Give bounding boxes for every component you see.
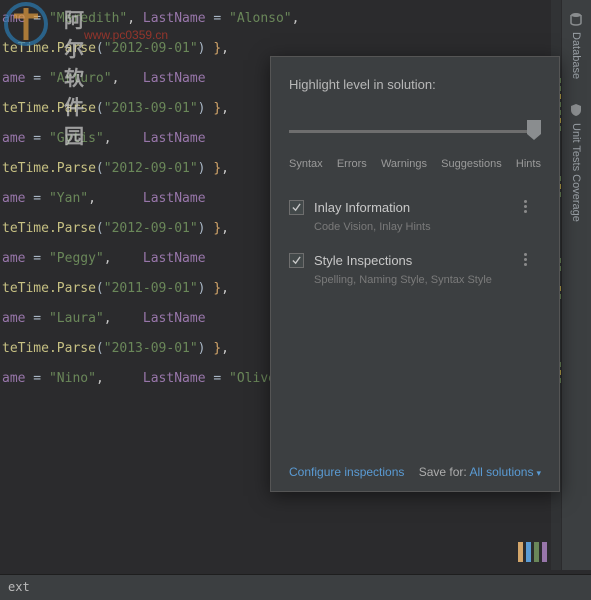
kebab-menu-button[interactable] <box>524 253 527 266</box>
slider-labels: Syntax Errors Warnings Suggestions Hints <box>289 158 541 170</box>
status-bar: ext <box>0 574 591 600</box>
slider-label: Syntax <box>289 158 323 170</box>
watermark-logo-icon <box>4 2 48 46</box>
slider-label: Hints <box>516 158 541 170</box>
slider-thumb[interactable] <box>527 120 541 140</box>
tool-tab-label: Unit Tests Coverage <box>570 123 582 222</box>
pencil-icon <box>518 542 523 562</box>
watermark-url: www.pc0359.cn <box>84 28 168 42</box>
status-text: ext <box>8 580 30 594</box>
tool-tab-label: Database <box>570 32 582 79</box>
checkbox[interactable] <box>289 200 304 215</box>
configure-inspections-link[interactable]: Configure inspections <box>289 465 404 479</box>
checkbox-description: Spelling, Naming Style, Syntax Style <box>314 274 541 286</box>
slider-label: Errors <box>337 158 367 170</box>
save-for-label: Save for: <box>419 465 467 479</box>
slider-track <box>289 130 541 133</box>
database-icon <box>569 12 583 26</box>
slider-label: Suggestions <box>441 158 502 170</box>
coverage-icon <box>569 103 583 117</box>
kebab-menu-button[interactable] <box>524 200 527 213</box>
slider-label: Warnings <box>381 158 427 170</box>
checkmark-icon <box>292 256 301 265</box>
pencil-icon <box>542 542 547 562</box>
checkbox-label: Style Inspections <box>314 253 412 268</box>
checkbox-label: Inlay Information <box>314 200 410 215</box>
tool-tab-coverage[interactable]: Unit Tests Coverage <box>562 91 590 234</box>
right-toolbar: Database Unit Tests Coverage <box>561 0 591 570</box>
inlay-information-checkbox-row[interactable]: Inlay Information <box>289 200 541 215</box>
watermark: 阿尔软件园 www.pc0359.cn <box>4 2 48 49</box>
tool-tab-database[interactable]: Database <box>562 0 590 91</box>
style-inspections-checkbox-row[interactable]: Style Inspections <box>289 253 541 268</box>
chevron-down-icon: ▾ <box>536 468 541 478</box>
checkbox-description: Code Vision, Inlay Hints <box>314 221 541 233</box>
highlight-level-popup: Highlight level in solution: Syntax Erro… <box>270 56 560 492</box>
popup-title: Highlight level in solution: <box>289 77 541 92</box>
inspection-pencils-icon[interactable] <box>518 542 547 562</box>
save-for-group: Save for: All solutions▾ <box>419 465 541 479</box>
highlight-level-slider[interactable] <box>289 120 541 150</box>
watermark-text: 阿尔软件园 <box>64 4 84 149</box>
save-for-dropdown[interactable]: All solutions▾ <box>469 465 541 479</box>
pencil-icon <box>534 542 539 562</box>
pencil-icon <box>526 542 531 562</box>
checkbox[interactable] <box>289 253 304 268</box>
checkmark-icon <box>292 203 301 212</box>
